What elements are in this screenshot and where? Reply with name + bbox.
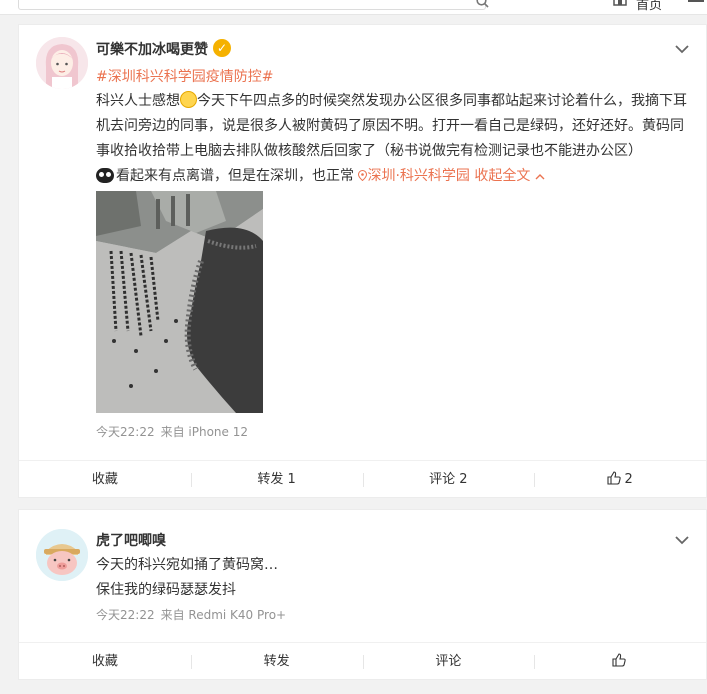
post-meta: 今天22:22 来自 Redmi K40 Pro+ xyxy=(96,606,286,623)
more-icon[interactable] xyxy=(688,0,704,6)
post-time[interactable]: 今天22:22 xyxy=(96,425,155,439)
content-text: 科兴人士感想 xyxy=(96,93,180,109)
post-source: 来自 iPhone 12 xyxy=(160,425,248,439)
search-input[interactable] xyxy=(18,0,486,10)
comment-button[interactable]: 评论 xyxy=(362,643,535,681)
location-link[interactable]: 深圳·科兴科学园 xyxy=(358,168,470,184)
feed-post: 可樂不加冰喝更赞 ✓ #深圳科兴科学园疫情防控# 科兴人士感想 今天下午四点多的时… xyxy=(18,24,707,498)
thumbs-up-icon xyxy=(607,471,622,485)
chevron-up-icon xyxy=(535,174,545,180)
chevron-down-icon[interactable] xyxy=(674,535,690,545)
post-image[interactable] xyxy=(96,191,263,413)
thumbs-up-icon xyxy=(612,653,626,667)
content-text: 机去问旁边的同事，说是很多人被附黄码了原因不明。打开一看自己是绿码，还好还好。黄… xyxy=(96,118,684,134)
action-bar: 收藏 转发 1 评论 2 2 xyxy=(19,460,706,499)
content-text: 事收拾收拾带上电脑去排队做核酸然后回家了（秘书说做完有检测记录也不能进办公区） xyxy=(96,143,642,159)
collapse-link[interactable]: 收起全文 xyxy=(474,168,545,184)
username[interactable]: 虎了吧唧嗅 xyxy=(96,530,166,550)
eyes-emoji-icon xyxy=(96,168,114,183)
avatar[interactable] xyxy=(36,529,88,581)
post-source: 来自 Redmi K40 Pro+ xyxy=(160,608,287,622)
post-meta: 今天22:22 来自 iPhone 12 xyxy=(96,423,248,440)
post-time[interactable]: 今天22:22 xyxy=(96,608,155,622)
content-text: 今天下午四点多的时候突然发现办公区很多同事都站起来讨论着什么，我摘下耳 xyxy=(197,93,687,109)
content-text: 今天的科兴宛如捅了黄码窝… xyxy=(96,557,278,573)
action-bar: 收藏 转发 评论 xyxy=(19,642,706,681)
post-content: 今天的科兴宛如捅了黄码窝… 保住我的绿码瑟瑟发抖 xyxy=(96,553,278,603)
feed-post: 虎了吧唧嗅 今天的科兴宛如捅了黄码窝… 保住我的绿码瑟瑟发抖 今天22:22 来自… xyxy=(18,509,707,680)
search-icon[interactable] xyxy=(476,0,489,12)
content-text: 看起来有点离谱，但是在深圳，也正常 xyxy=(116,168,354,184)
favorite-button[interactable]: 收藏 xyxy=(19,461,191,499)
home-link[interactable]: 首页 xyxy=(636,0,662,13)
content-text: 保住我的绿码瑟瑟发抖 xyxy=(96,582,236,598)
like-button[interactable]: 2 xyxy=(534,461,706,499)
chevron-down-icon[interactable] xyxy=(674,44,690,54)
top-header: 首页 xyxy=(0,0,707,15)
favorite-button[interactable]: 收藏 xyxy=(19,643,191,681)
avatar[interactable] xyxy=(36,37,88,89)
like-button[interactable] xyxy=(534,643,706,681)
home-icon[interactable] xyxy=(613,0,627,6)
post-content: 科兴人士感想 今天下午四点多的时候突然发现办公区很多同事都站起来讨论着什么，我摘下… xyxy=(96,89,696,189)
verified-badge-icon: ✓ xyxy=(213,39,231,57)
repost-button[interactable]: 转发 xyxy=(190,643,363,681)
topic-link[interactable]: #深圳科兴科学园疫情防控# xyxy=(96,66,273,86)
laugh-emoji-icon xyxy=(180,91,197,108)
username[interactable]: 可樂不加冰喝更赞 xyxy=(96,39,208,59)
comment-button[interactable]: 评论 2 xyxy=(362,461,535,499)
repost-button[interactable]: 转发 1 xyxy=(190,461,363,499)
